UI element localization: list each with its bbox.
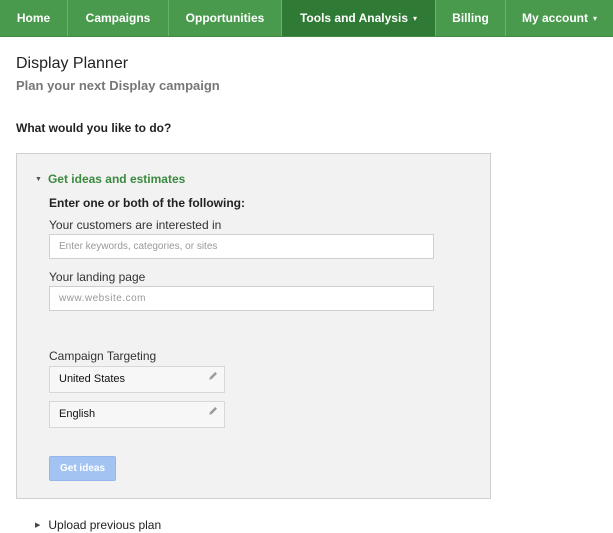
nav-tools-and-analysis[interactable]: Tools and Analysis ▾ [282,0,436,36]
language-targeting[interactable]: English [49,401,225,428]
nav-home-label: Home [16,11,51,25]
nav-billing-label: Billing [452,11,489,25]
nav-campaigns[interactable]: Campaigns [68,0,169,36]
instruction-text: Enter one or both of the following: [49,196,245,210]
ideas-panel: ▼ Get ideas and estimates Enter one or bo… [16,153,491,499]
pencil-icon[interactable] [207,405,219,417]
campaign-targeting-label: Campaign Targeting [49,349,157,363]
expanded-arrow-icon: ▼ [35,176,42,183]
location-targeting[interactable]: United States [49,366,225,393]
get-ideas-toggle-label: Get ideas and estimates [47,172,186,186]
get-ideas-button[interactable]: Get ideas [49,456,116,481]
page-title: Display Planner [16,55,129,72]
landing-page-label: Your landing page [49,270,146,284]
upload-plan-label: Upload previous plan [48,518,162,532]
location-value: United States [59,373,126,385]
page-subtitle: Plan your next Display campaign [16,78,220,93]
nav-tools-label: Tools and Analysis [299,11,408,25]
collapsed-arrow-icon: ▶ [35,522,41,529]
top-nav: Home Campaigns Opportunities Tools and A… [0,0,613,37]
chevron-down-icon: ▾ [593,14,598,23]
landing-page-input[interactable] [49,286,434,311]
nav-opportunities-label: Opportunities [185,11,265,25]
upload-plan-toggle[interactable]: ▶ Upload previous plan [35,518,161,532]
nav-campaigns-label: Campaigns [85,11,151,25]
task-question: What would you like to do? [16,121,172,135]
nav-opportunities[interactable]: Opportunities [169,0,282,36]
chevron-down-icon: ▾ [413,14,418,23]
interests-label: Your customers are interested in [49,218,222,232]
language-value: English [59,408,96,420]
pencil-icon[interactable] [207,370,219,382]
nav-my-account[interactable]: My account ▾ [506,0,613,36]
nav-home[interactable]: Home [0,0,68,36]
interests-input[interactable] [49,234,434,259]
nav-my-account-label: My account [521,11,588,25]
get-ideas-toggle[interactable]: ▼ Get ideas and estimates [35,172,185,186]
nav-billing[interactable]: Billing [436,0,506,36]
